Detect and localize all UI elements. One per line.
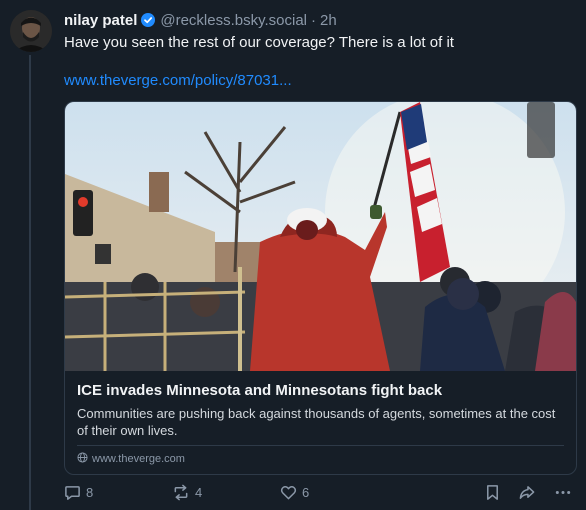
bookmark-button[interactable] — [485, 484, 500, 501]
author-handle[interactable]: @reckless.bsky.social — [160, 12, 307, 29]
reply-count: 8 — [86, 485, 94, 500]
post-header: nilay patel @reckless.bsky.social · 2h — [64, 9, 337, 31]
share-button[interactable] — [518, 484, 536, 501]
post-timestamp[interactable]: 2h — [320, 12, 337, 29]
post-actions: 8 4 6 — [64, 484, 576, 506]
more-options-button[interactable] — [554, 484, 572, 501]
avatar[interactable] — [10, 10, 52, 52]
repost-count: 4 — [195, 485, 203, 500]
link-card[interactable]: ICE invades Minnesota and Minnesotans fi… — [64, 101, 577, 475]
card-image — [65, 102, 576, 371]
verified-badge-icon — [141, 13, 156, 27]
post-link[interactable]: www.theverge.com/policy/87031... — [64, 71, 292, 91]
card-title[interactable]: ICE invades Minnesota and Minnesotans fi… — [77, 382, 442, 399]
card-divider — [77, 445, 564, 446]
card-domain: www.theverge.com — [77, 452, 185, 466]
reply-button[interactable]: 8 — [64, 484, 93, 501]
share-icon — [518, 484, 536, 501]
repost-icon — [172, 484, 190, 501]
reply-icon — [64, 484, 81, 501]
author-display-name[interactable]: nilay patel — [64, 12, 137, 29]
bookmark-icon — [485, 484, 500, 501]
separator: · — [311, 11, 317, 29]
like-count: 6 — [302, 485, 310, 500]
globe-icon — [77, 452, 88, 466]
like-icon — [280, 484, 297, 501]
post-text: Have you seen the rest of our coverage? … — [64, 34, 454, 51]
thread-line — [29, 55, 31, 510]
more-icon — [554, 484, 572, 501]
card-domain-text: www.theverge.com — [92, 453, 185, 465]
like-button[interactable]: 6 — [280, 484, 309, 501]
repost-button[interactable]: 4 — [172, 484, 202, 501]
card-description: Communities are pushing back against tho… — [77, 406, 556, 438]
